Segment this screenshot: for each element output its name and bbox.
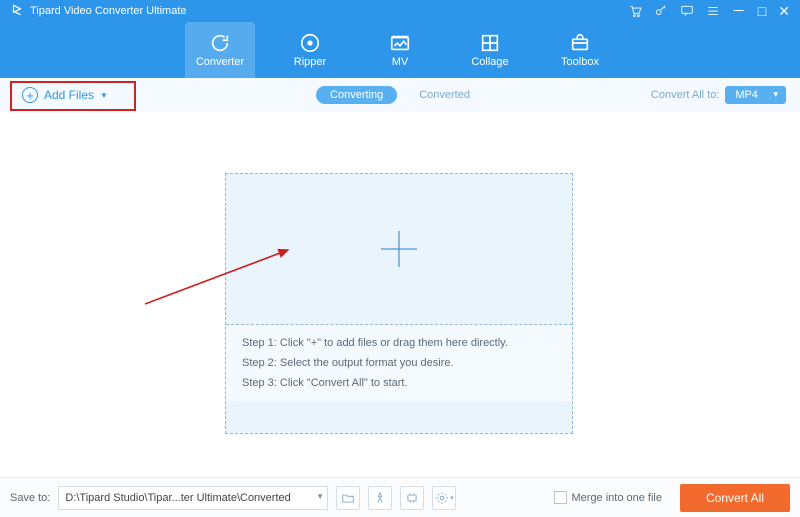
save-path-wrap bbox=[58, 486, 328, 510]
disc-icon bbox=[299, 32, 321, 54]
nav-collage[interactable]: Collage bbox=[455, 22, 525, 78]
nav-label: MV bbox=[392, 56, 409, 68]
tab-converting[interactable]: Converting bbox=[316, 86, 397, 104]
nav-label: Converter bbox=[196, 56, 244, 68]
step-text: Step 2: Select the output format you des… bbox=[242, 357, 556, 369]
add-files-label: Add Files bbox=[44, 88, 94, 102]
merge-checkbox[interactable]: Merge into one file bbox=[554, 491, 663, 504]
title-bar: Tipard Video Converter Ultimate － □ ✕ bbox=[0, 0, 800, 22]
dropzone[interactable]: Step 1: Click "+" to add files or drag t… bbox=[225, 173, 573, 434]
plus-circle-icon: + bbox=[22, 87, 38, 103]
nav-toolbox[interactable]: Toolbox bbox=[545, 22, 615, 78]
dropzone-top[interactable] bbox=[226, 174, 572, 324]
title-bar-left: Tipard Video Converter Ultimate bbox=[10, 3, 187, 20]
main-nav: Converter Ripper MV Collage Toolbox bbox=[0, 22, 800, 78]
chevron-down-icon: ▼ bbox=[100, 91, 108, 100]
checkbox-icon bbox=[554, 491, 567, 504]
step-text: Step 1: Click "+" to add files or drag t… bbox=[242, 337, 556, 349]
app-title: Tipard Video Converter Ultimate bbox=[30, 5, 187, 17]
sub-tabs: Converting Converted bbox=[316, 86, 484, 104]
save-path-input[interactable] bbox=[58, 486, 328, 510]
nav-label: Toolbox bbox=[561, 56, 599, 68]
open-folder-button[interactable] bbox=[336, 486, 360, 510]
convert-all-to-select[interactable]: MP4 bbox=[725, 86, 786, 104]
add-files-button[interactable]: + Add Files ▼ bbox=[14, 83, 116, 107]
feedback-icon[interactable] bbox=[680, 4, 694, 18]
nav-label: Ripper bbox=[294, 56, 326, 68]
nav-ripper[interactable]: Ripper bbox=[275, 22, 345, 78]
step-text: Step 3: Click "Convert All" to start. bbox=[242, 377, 556, 389]
sub-bar: + Add Files ▼ Converting Converted Conve… bbox=[0, 78, 800, 112]
nav-converter[interactable]: Converter bbox=[185, 22, 255, 78]
tab-converted[interactable]: Converted bbox=[405, 86, 484, 104]
convert-all-to: Convert All to: MP4 bbox=[651, 86, 786, 104]
nav-label: Collage bbox=[471, 56, 508, 68]
app-logo-icon bbox=[10, 3, 24, 20]
gpu-button[interactable] bbox=[400, 486, 424, 510]
speed-button[interactable] bbox=[368, 486, 392, 510]
close-button[interactable]: ✕ bbox=[778, 4, 790, 18]
maximize-button[interactable]: □ bbox=[758, 4, 766, 18]
cart-icon[interactable] bbox=[628, 4, 642, 18]
plus-icon[interactable] bbox=[381, 231, 417, 267]
toolbox-icon bbox=[569, 32, 591, 54]
collage-icon bbox=[479, 32, 501, 54]
menu-icon[interactable] bbox=[706, 4, 720, 18]
key-icon[interactable] bbox=[654, 4, 668, 18]
main-area: Step 1: Click "+" to add files or drag t… bbox=[0, 112, 800, 477]
convert-all-to-label: Convert All to: bbox=[651, 89, 719, 101]
minimize-button[interactable]: － bbox=[732, 4, 746, 18]
bottom-bar: Save to: ▾ Merge into one file Convert A… bbox=[0, 477, 800, 517]
dropzone-steps: Step 1: Click "+" to add files or drag t… bbox=[226, 324, 572, 401]
nav-mv[interactable]: MV bbox=[365, 22, 435, 78]
merge-label: Merge into one file bbox=[572, 492, 663, 504]
refresh-icon bbox=[209, 32, 231, 54]
convert-all-button[interactable]: Convert All bbox=[680, 484, 790, 512]
settings-button[interactable]: ▾ bbox=[432, 486, 456, 510]
image-icon bbox=[389, 32, 411, 54]
save-to-label: Save to: bbox=[10, 492, 50, 504]
